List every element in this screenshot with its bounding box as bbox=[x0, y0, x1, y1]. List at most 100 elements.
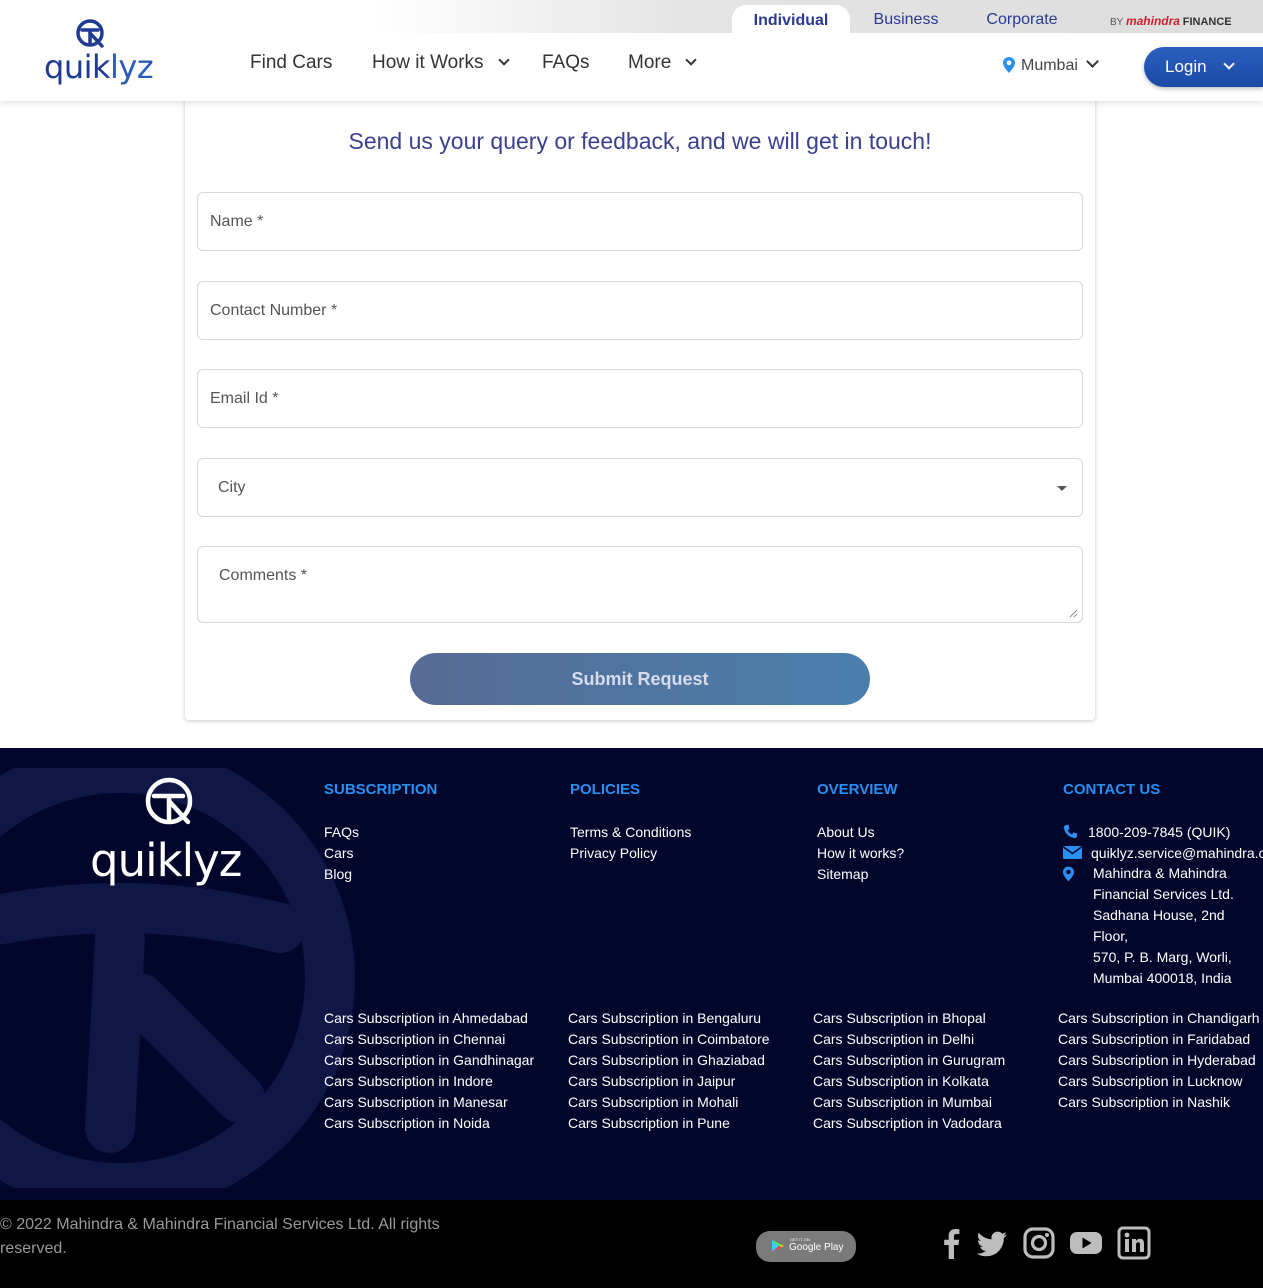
google-play-badge[interactable]: GET IT ON Google Play bbox=[756, 1231, 856, 1262]
city-link[interactable]: Cars Subscription in Ghaziabad bbox=[568, 1050, 770, 1071]
google-play-icon bbox=[772, 1240, 784, 1252]
logo-part-quik: quik bbox=[44, 48, 111, 86]
city-link[interactable]: Cars Subscription in Jaipur bbox=[568, 1071, 770, 1092]
segment-bar: Individual Business Corporate BY mahindr… bbox=[370, 0, 1263, 33]
city-link[interactable]: Cars Subscription in Noida bbox=[324, 1113, 534, 1134]
footer-link-faqs[interactable]: FAQs bbox=[324, 822, 359, 843]
city-link[interactable]: Cars Subscription in Mohali bbox=[568, 1092, 770, 1113]
submit-request-button[interactable]: Submit Request bbox=[410, 653, 870, 705]
city-link[interactable]: Cars Subscription in Chennai bbox=[324, 1029, 534, 1050]
footer-logo-wordmark: quiklyz bbox=[90, 834, 242, 887]
city-select-label: City bbox=[218, 479, 246, 496]
envelope-icon bbox=[1063, 846, 1082, 859]
city-select[interactable]: City bbox=[197, 458, 1083, 517]
address-line: Mahindra & Mahindra bbox=[1093, 865, 1227, 881]
address-line: Mumbai 400018, India bbox=[1093, 970, 1232, 986]
city-link[interactable]: Cars Subscription in Bhopal bbox=[813, 1008, 1005, 1029]
linkedin-icon[interactable] bbox=[1117, 1226, 1151, 1260]
nav-how-it-works-label: How it Works bbox=[372, 52, 484, 73]
caret-down-icon bbox=[1057, 486, 1067, 491]
city-links-column-1: Cars Subscription in Ahmedabad Cars Subs… bbox=[324, 1008, 534, 1134]
logo-wordmark: quiklyz bbox=[44, 48, 154, 86]
city-link[interactable]: Cars Subscription in Coimbatore bbox=[568, 1029, 770, 1050]
footer-link-how-it-works[interactable]: How it works? bbox=[817, 843, 904, 864]
chevron-down-icon bbox=[497, 54, 510, 66]
nav-more[interactable]: More bbox=[628, 52, 697, 74]
footer-link-blog[interactable]: Blog bbox=[324, 864, 352, 885]
city-link[interactable]: Cars Subscription in Mumbai bbox=[813, 1092, 1005, 1113]
twitter-icon[interactable] bbox=[975, 1226, 1009, 1260]
youtube-icon[interactable] bbox=[1069, 1226, 1103, 1260]
name-field[interactable] bbox=[198, 193, 1082, 250]
footer-link-privacy[interactable]: Privacy Policy bbox=[570, 843, 657, 864]
city-links-column-4: Cars Subscription in Chandigarh Cars Sub… bbox=[1058, 1008, 1260, 1113]
contact-field-wrapper bbox=[197, 281, 1083, 340]
email-field[interactable] bbox=[198, 370, 1082, 427]
policies-heading: POLICIES bbox=[570, 781, 641, 798]
login-label: Login bbox=[1165, 57, 1207, 76]
tab-corporate[interactable]: Corporate bbox=[970, 0, 1074, 33]
footer-link-terms[interactable]: Terms & Conditions bbox=[570, 822, 691, 843]
city-link[interactable]: Cars Subscription in Gandhinagar bbox=[324, 1050, 534, 1071]
nav-faqs[interactable]: FAQs bbox=[542, 52, 590, 74]
quiklyz-logo[interactable]: quiklyz bbox=[44, 18, 154, 86]
city-link[interactable]: Cars Subscription in Hyderabad bbox=[1058, 1050, 1260, 1071]
contact-heading: CONTACT US bbox=[1063, 781, 1161, 798]
city-link[interactable]: Cars Subscription in Kolkata bbox=[813, 1071, 1005, 1092]
city-link[interactable]: Cars Subscription in Lucknow bbox=[1058, 1071, 1260, 1092]
site-header: Individual Business Corporate BY mahindr… bbox=[0, 0, 1263, 101]
contact-number-field[interactable] bbox=[198, 282, 1082, 339]
contact-email[interactable]: quiklyz.service@mahindra.com bbox=[1063, 843, 1263, 864]
address-line: Financial Services Ltd. bbox=[1093, 886, 1234, 902]
footer-link-cars[interactable]: Cars bbox=[324, 843, 354, 864]
location-pin-icon bbox=[1063, 866, 1074, 882]
contact-form-card: Send us your query or feedback, and we w… bbox=[185, 96, 1095, 720]
subscription-heading: SUBSCRIPTION bbox=[324, 781, 438, 798]
city-link[interactable]: Cars Subscription in Bengaluru bbox=[568, 1008, 770, 1029]
tab-business[interactable]: Business bbox=[855, 0, 957, 33]
footer-logo[interactable]: quiklyz bbox=[90, 776, 260, 896]
city-link[interactable]: Cars Subscription in Manesar bbox=[324, 1092, 534, 1113]
location-pin-icon bbox=[1003, 57, 1015, 73]
email-field-wrapper bbox=[197, 369, 1083, 428]
city-link[interactable]: Cars Subscription in Pune bbox=[568, 1113, 770, 1134]
city-link[interactable]: Cars Subscription in Delhi bbox=[813, 1029, 1005, 1050]
bottom-bar: © 2022 Mahindra & Mahindra Financial Ser… bbox=[0, 1200, 1263, 1288]
comments-field[interactable] bbox=[198, 547, 1082, 622]
contact-phone-text: 1800-209-7845 (QUIK) bbox=[1088, 824, 1231, 840]
city-link[interactable]: Cars Subscription in Chandigarh bbox=[1058, 1008, 1260, 1029]
city-selector[interactable]: Mumbai bbox=[1003, 55, 1099, 75]
gplay-big-text: Google Play bbox=[789, 1242, 844, 1253]
contact-email-text: quiklyz.service@mahindra.com bbox=[1091, 845, 1263, 861]
city-link[interactable]: Cars Subscription in Faridabad bbox=[1058, 1029, 1260, 1050]
instagram-icon[interactable] bbox=[1022, 1226, 1056, 1260]
form-title: Send us your query or feedback, and we w… bbox=[348, 128, 932, 154]
nav-find-cars[interactable]: Find Cars bbox=[250, 52, 332, 74]
contact-phone[interactable]: 1800-209-7845 (QUIK) bbox=[1063, 822, 1263, 843]
mahindra-finance-logo: BY mahindra FINANCE bbox=[1110, 14, 1232, 28]
facebook-icon[interactable] bbox=[935, 1226, 969, 1260]
city-link[interactable]: Cars Subscription in Indore bbox=[324, 1071, 534, 1092]
nav-how-it-works[interactable]: How it Works bbox=[372, 52, 510, 74]
city-link[interactable]: Cars Subscription in Gurugram bbox=[813, 1050, 1005, 1071]
byline-by: BY bbox=[1110, 17, 1124, 28]
comments-field-wrapper bbox=[197, 546, 1083, 623]
tab-individual[interactable]: Individual bbox=[732, 5, 850, 33]
footer-link-sitemap[interactable]: Sitemap bbox=[817, 864, 868, 885]
login-button[interactable]: Login bbox=[1144, 47, 1263, 87]
footer-link-about[interactable]: About Us bbox=[817, 822, 875, 843]
contact-address: Mahindra & Mahindra Financial Services L… bbox=[1093, 863, 1263, 989]
city-links-column-2: Cars Subscription in Bengaluru Cars Subs… bbox=[568, 1008, 770, 1134]
byline-finance: FINANCE bbox=[1182, 16, 1232, 28]
chevron-down-icon bbox=[1086, 55, 1099, 68]
address-line: Sadhana House, 2nd Floor, bbox=[1093, 907, 1225, 944]
city-link[interactable]: Cars Subscription in Vadodara bbox=[813, 1113, 1005, 1134]
logo-part-lyz: lyz bbox=[110, 48, 154, 86]
resize-handle-icon[interactable] bbox=[1069, 609, 1078, 618]
nav-more-label: More bbox=[628, 52, 672, 73]
city-link[interactable]: Cars Subscription in Nashik bbox=[1058, 1092, 1260, 1113]
city-links-column-3: Cars Subscription in Bhopal Cars Subscri… bbox=[813, 1008, 1005, 1134]
copyright-text: © 2022 Mahindra & Mahindra Financial Ser… bbox=[0, 1216, 440, 1257]
city-link[interactable]: Cars Subscription in Ahmedabad bbox=[324, 1008, 534, 1029]
name-field-wrapper bbox=[197, 192, 1083, 251]
